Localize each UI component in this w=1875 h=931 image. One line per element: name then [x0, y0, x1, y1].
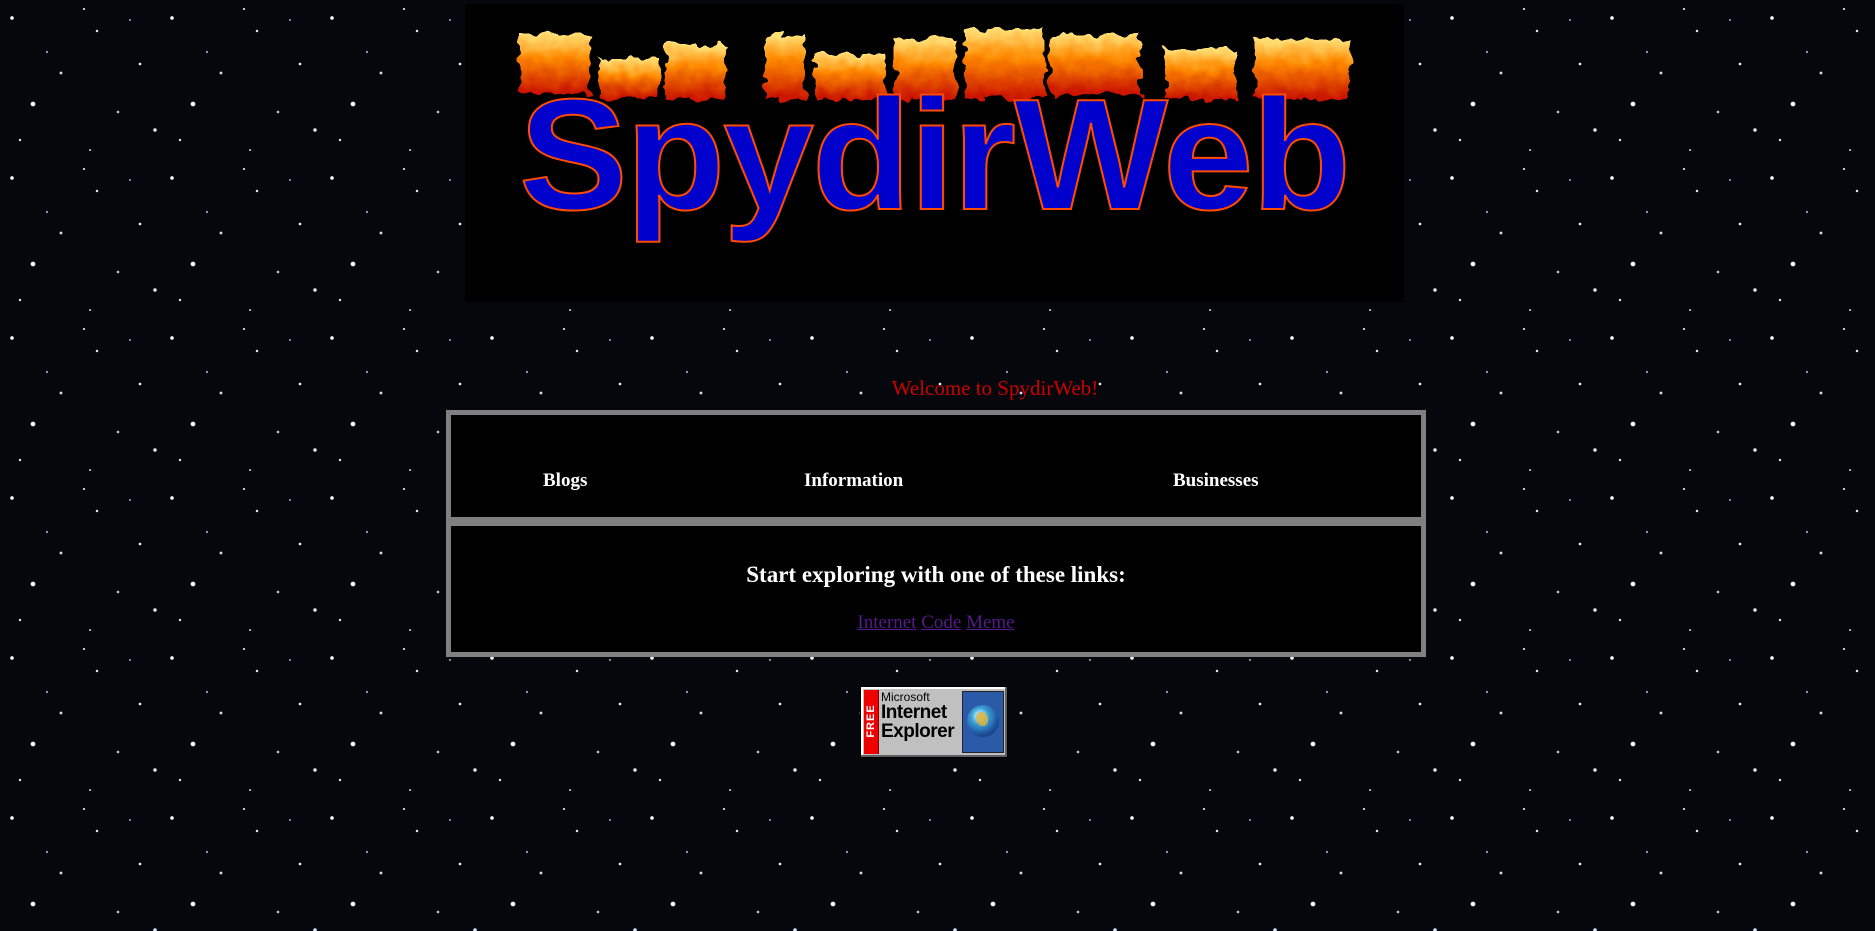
nav-link-businesses[interactable]: Businesses	[1173, 470, 1259, 492]
welcome-message: Welcome to SpydirWeb!	[891, 376, 1099, 400]
explore-links: Internet Code Meme	[451, 612, 1421, 634]
logo-text: SpydirWeb	[519, 67, 1349, 243]
site-banner: SpydirWeb	[465, 4, 1404, 302]
ie-badge-text: Microsoft Internet Explorer	[881, 691, 966, 741]
link-meme[interactable]: Meme	[966, 612, 1015, 633]
free-label: FREE	[865, 704, 877, 738]
ie-badge-line3: Explorer	[881, 721, 955, 742]
explore-panel: Start exploring with one of these links:…	[446, 521, 1426, 657]
spydirweb-logo: SpydirWeb	[518, 29, 1352, 244]
ie-badge-line2: Internet	[881, 702, 947, 723]
nav-link-information[interactable]: Information	[804, 470, 903, 492]
explore-heading: Start exploring with one of these links:	[746, 562, 1126, 587]
link-internet[interactable]: Internet	[857, 612, 916, 633]
ie-globe-frame	[962, 691, 1004, 753]
link-code[interactable]: Code	[921, 612, 961, 633]
ie-download-badge[interactable]: FREE Microsoft Internet Explorer	[860, 686, 1008, 758]
globe-icon	[967, 705, 999, 737]
nav-panel: Blogs Information Businesses	[446, 410, 1426, 522]
nav-link-blogs[interactable]: Blogs	[543, 470, 587, 492]
free-ribbon: FREE	[864, 690, 879, 754]
